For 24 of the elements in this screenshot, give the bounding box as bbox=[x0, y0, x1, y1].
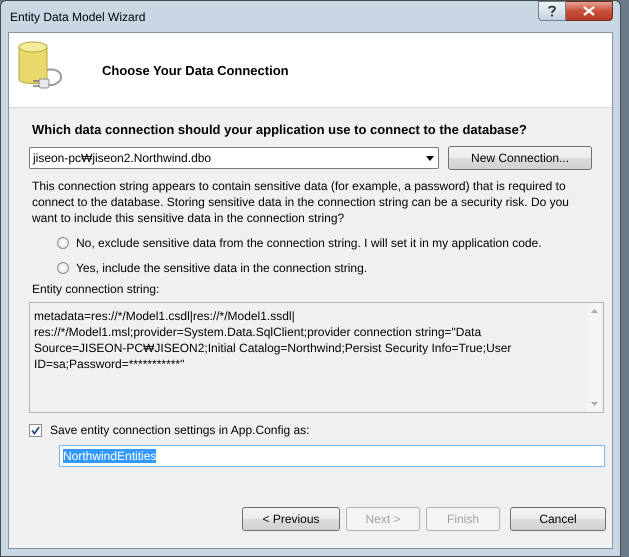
connection-dropdown[interactable]: jiseon-pc₩jiseon2.Northwind.dbo bbox=[29, 147, 440, 169]
window-title: Entity Data Model Wizard bbox=[9, 10, 146, 24]
radio-button[interactable] bbox=[57, 236, 69, 248]
wizard-button[interactable]: < Previous bbox=[242, 507, 340, 531]
connection-string-line: metadata=res://*/Model1.csdl|res://*/Model1.ssdl| bbox=[34, 308, 296, 324]
sensitive-data-description: This connection string appears to contain sensitive data (for example, a password) that is required to connect to the database. Storing sensitive data in the connection string can be a security risk. Do you want to include this sensitive data in the connection string? bbox=[32, 178, 570, 226]
connection-string-label: Entity connection string: bbox=[32, 282, 160, 296]
radio-label: No, exclude sensitive data from the connection string. I will set it in my application code. bbox=[76, 236, 542, 250]
close-icon bbox=[583, 6, 595, 16]
connection-string-line: res://*/Model1.msl;provider=System.Data.SqlClient;provider connection string="Data bbox=[34, 324, 482, 340]
connection-string-line: Source=JISEON-PC₩JISEON2;Initial Catalog=Northwind;Persist Security Info=True;User bbox=[34, 340, 512, 356]
close-button[interactable] bbox=[566, 1, 613, 21]
connection-string-line: ID=sa;Password=***********" bbox=[34, 356, 186, 372]
wizard-button[interactable]: Cancel bbox=[510, 507, 606, 531]
help-button[interactable] bbox=[538, 1, 566, 21]
help-icon bbox=[547, 5, 557, 17]
connection-question: Which data connection should your application use to connect to the database? bbox=[32, 122, 528, 137]
save-settings-label: Save entity connection settings in App.Config as: bbox=[50, 423, 310, 437]
radio-label: Yes, include the sensitive data in the connection string. bbox=[76, 260, 368, 274]
radio-button[interactable] bbox=[57, 262, 69, 274]
page-heading: Choose Your Data Connection bbox=[102, 62, 289, 78]
save-settings-checkbox[interactable] bbox=[29, 424, 42, 436]
dropdown-arrow-icon bbox=[426, 156, 434, 160]
new-connection-button[interactable]: New Connection... bbox=[448, 146, 592, 170]
